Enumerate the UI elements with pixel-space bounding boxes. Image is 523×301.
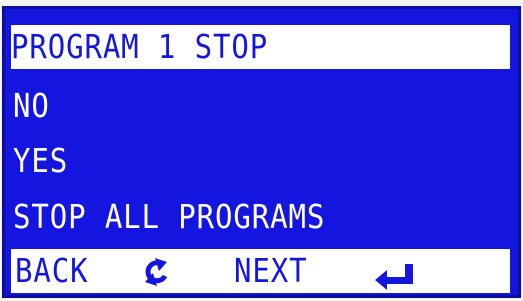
- menu-option-yes[interactable]: YES: [13, 139, 510, 183]
- back-label: BACK: [15, 251, 89, 290]
- screen-title-bar: PROGRAM 1 STOP: [11, 25, 510, 69]
- next-button[interactable]: NEXT: [234, 249, 317, 293]
- menu-option-label: STOP ALL PROGRAMS: [13, 197, 326, 236]
- device-panel: PROGRAM 1 STOP NO YES STOP ALL PROGRAMS …: [0, 0, 523, 301]
- menu-option-no[interactable]: NO: [13, 84, 510, 128]
- navigation-bar: BACK NEXT: [11, 249, 510, 293]
- menu-option-label: YES: [13, 141, 69, 180]
- lcd-screen: PROGRAM 1 STOP NO YES STOP ALL PROGRAMS …: [2, 6, 521, 298]
- undo-arrow-icon[interactable]: [141, 255, 171, 299]
- back-button[interactable]: BACK: [15, 249, 98, 293]
- menu-option-label: NO: [13, 86, 50, 125]
- menu-option-stop-all-programs[interactable]: STOP ALL PROGRAMS: [13, 195, 510, 239]
- next-label: NEXT: [234, 251, 308, 290]
- screen-title: PROGRAM 1 STOP: [11, 27, 269, 66]
- enter-return-icon[interactable]: [373, 257, 417, 301]
